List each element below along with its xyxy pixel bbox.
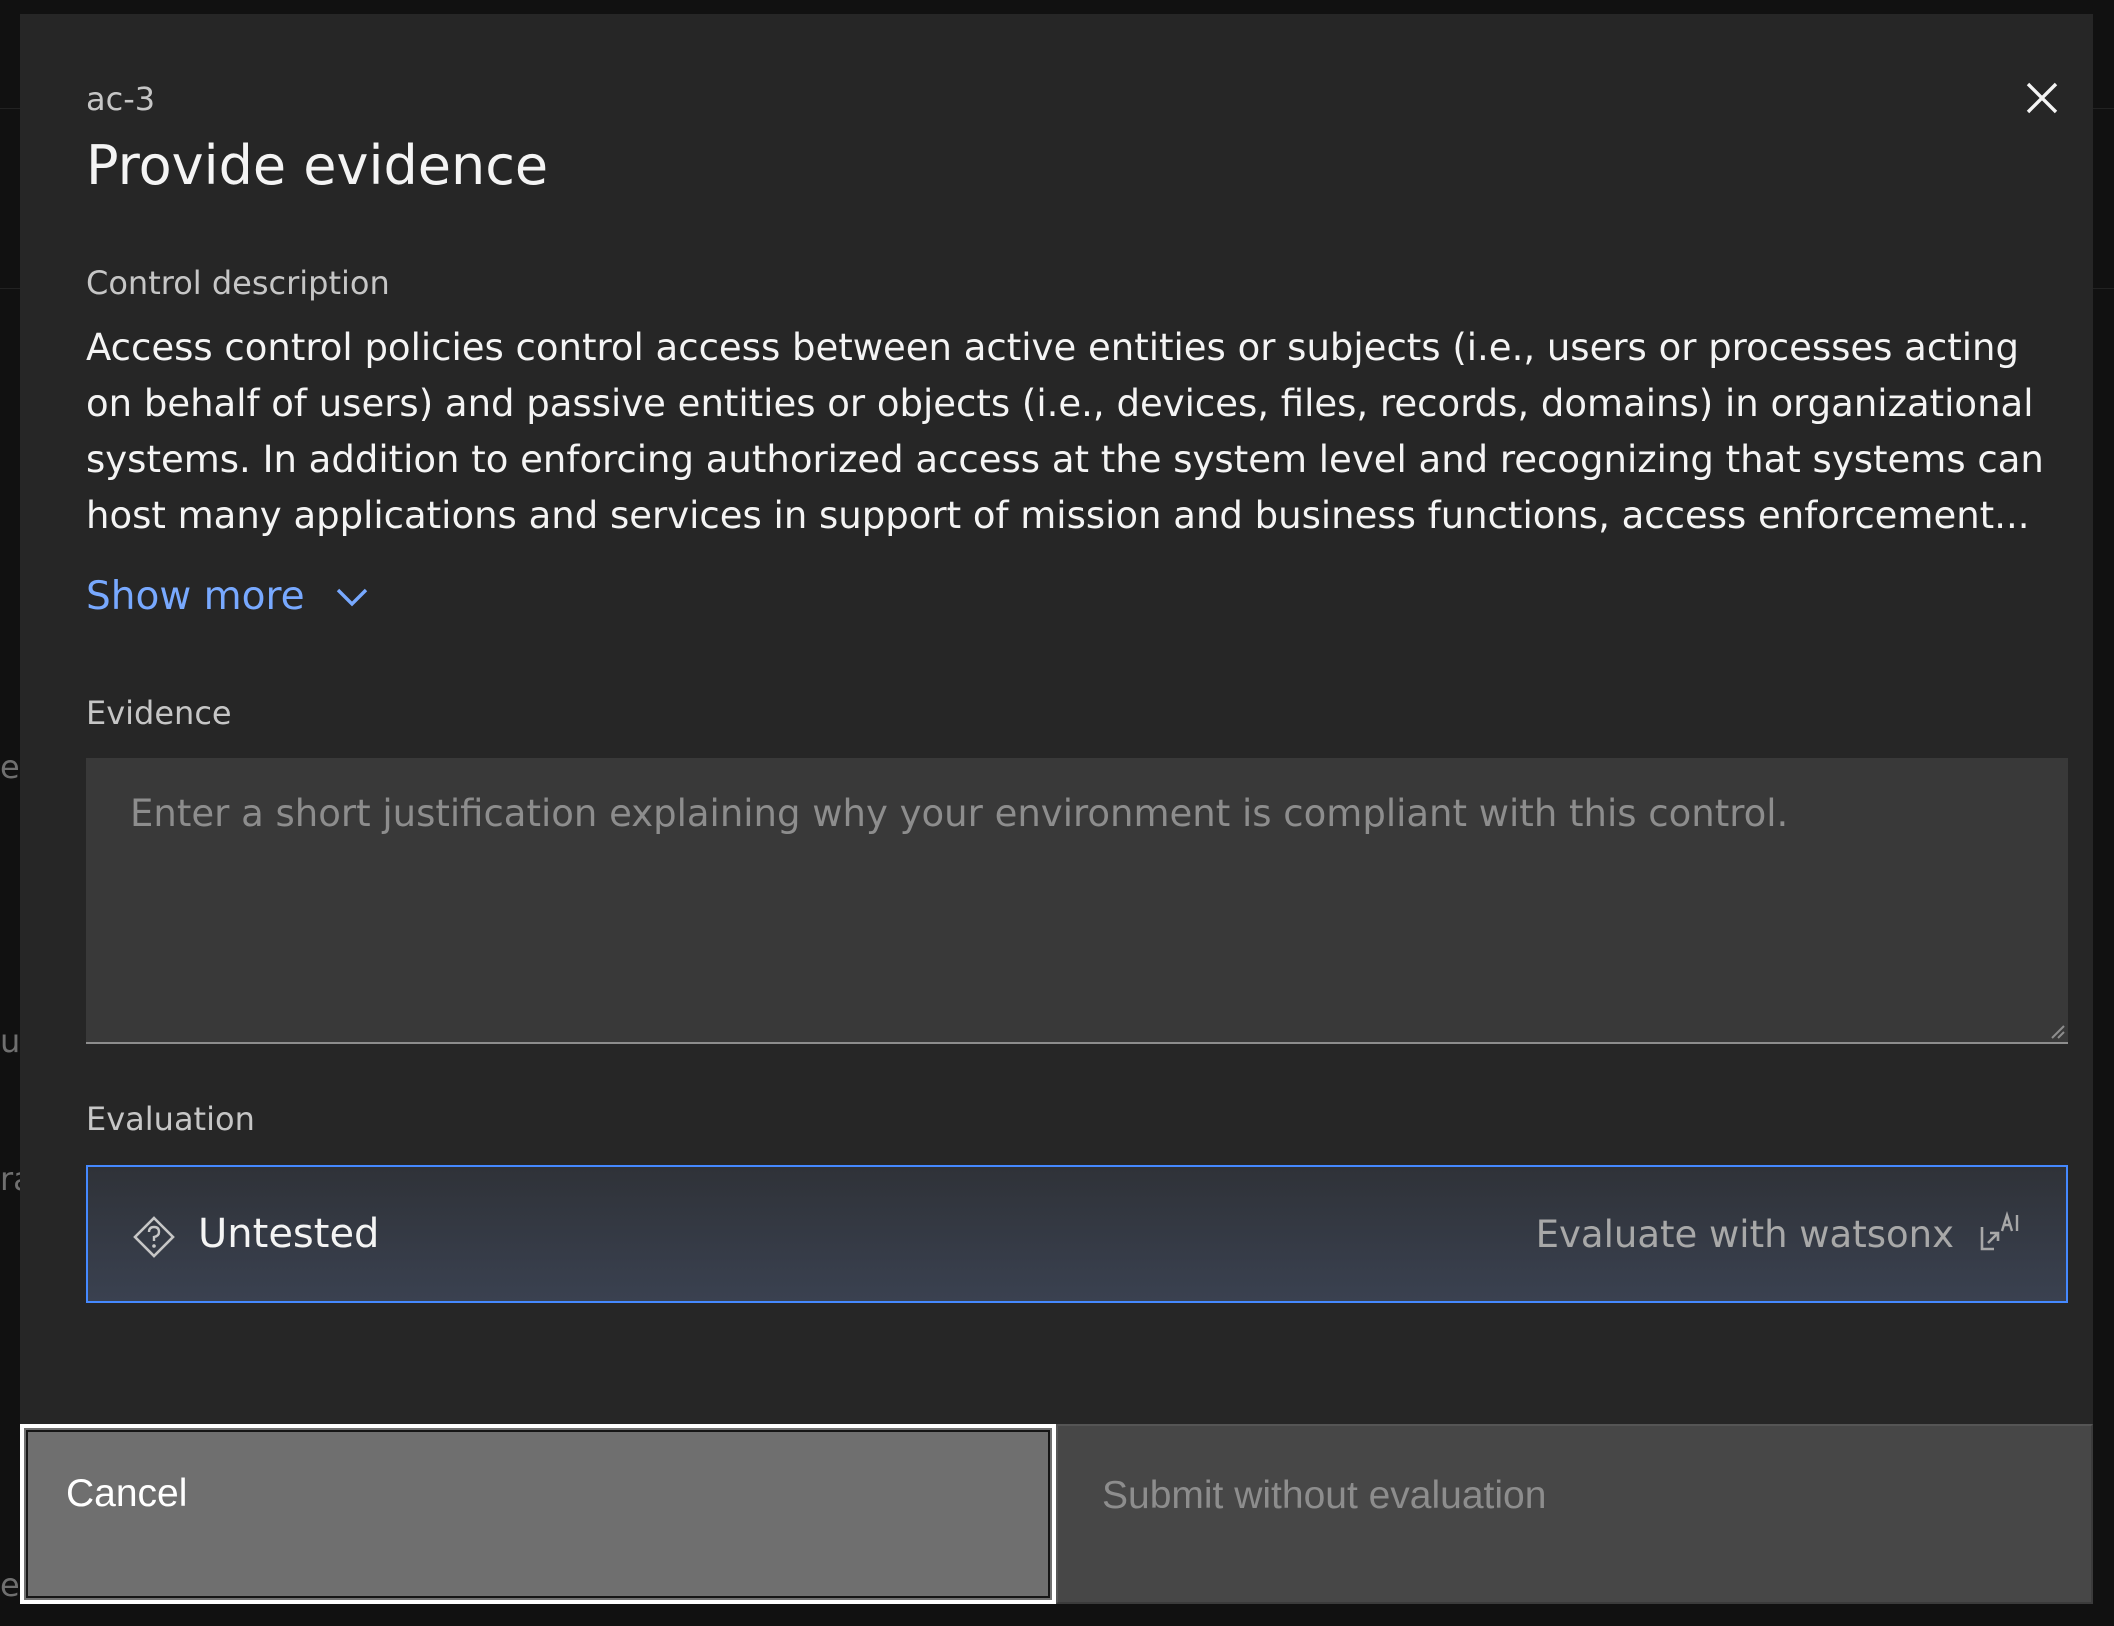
background-text-fragment: u bbox=[0, 1022, 21, 1060]
control-description-label: Control description bbox=[86, 264, 390, 302]
resize-handle-icon[interactable] bbox=[2050, 1024, 2066, 1040]
untested-diamond-icon bbox=[133, 1216, 175, 1258]
background-text-fragment: e bbox=[0, 1566, 20, 1604]
close-button[interactable] bbox=[2010, 66, 2074, 130]
show-more-link[interactable]: Show more bbox=[86, 574, 369, 619]
evaluate-with-watsonx-label: Evaluate with watsonx bbox=[1535, 1213, 1954, 1256]
provide-evidence-modal: ac-3 Provide evidence Control descriptio… bbox=[20, 14, 2093, 1604]
evaluation-status: Untested bbox=[198, 1211, 380, 1257]
submit-without-evaluation-button[interactable]: Submit without evaluation bbox=[1056, 1424, 2093, 1604]
evidence-label: Evidence bbox=[86, 694, 232, 732]
close-icon bbox=[2026, 82, 2058, 114]
control-id-label: ac-3 bbox=[86, 80, 156, 118]
evidence-textarea[interactable] bbox=[86, 758, 2068, 1044]
ai-launch-icon bbox=[1980, 1210, 2019, 1251]
evaluation-tile[interactable]: Untested Evaluate with watsonx bbox=[86, 1165, 2068, 1303]
modal-title: Provide evidence bbox=[86, 134, 549, 197]
submit-button-label: Submit without evaluation bbox=[1102, 1474, 1547, 1517]
control-description-text: Access control policies control access b… bbox=[86, 326, 2044, 537]
chevron-down-icon bbox=[336, 588, 367, 606]
cancel-button-label: Cancel bbox=[66, 1472, 188, 1515]
show-more-label: Show more bbox=[86, 574, 305, 619]
evaluation-label: Evaluation bbox=[86, 1100, 255, 1138]
cancel-button[interactable]: Cancel bbox=[20, 1424, 1056, 1604]
